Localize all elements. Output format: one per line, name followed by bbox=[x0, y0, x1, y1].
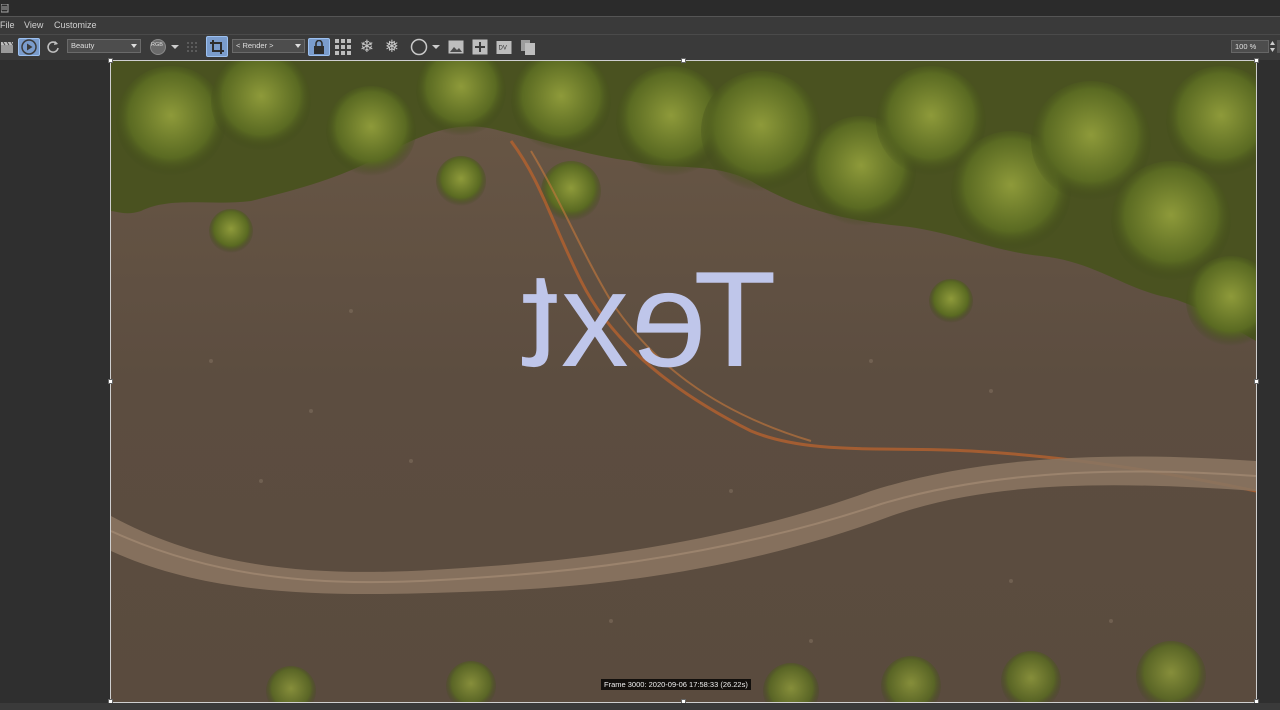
dv-button[interactable]: DV bbox=[494, 38, 514, 56]
play-icon bbox=[21, 39, 37, 55]
right-margin-panel bbox=[1257, 60, 1280, 710]
add-image-button[interactable] bbox=[470, 38, 490, 56]
region-crop-button[interactable] bbox=[206, 36, 228, 57]
grid-icon bbox=[335, 39, 351, 55]
left-margin-panel bbox=[0, 60, 110, 710]
status-bar bbox=[0, 703, 1280, 710]
image-icon bbox=[448, 40, 464, 54]
dots-grid-icon bbox=[187, 42, 197, 52]
render-target-dropdown[interactable]: < Render > bbox=[232, 39, 305, 53]
crop-icon bbox=[210, 39, 224, 54]
chevron-down-icon bbox=[131, 44, 137, 48]
lock-button[interactable] bbox=[308, 38, 330, 56]
zoom-input[interactable]: 100 % bbox=[1231, 40, 1269, 53]
render-target-value: < Render > bbox=[236, 41, 274, 50]
zoom-spinner[interactable] bbox=[1270, 40, 1275, 53]
color-mode-button[interactable]: RGB bbox=[148, 38, 168, 56]
render-viewport[interactable]: Text Frame 3000: 2020-09-06 17:58:33 (26… bbox=[111, 61, 1256, 702]
region-handle-top-right[interactable] bbox=[1254, 58, 1259, 63]
render-play-button[interactable] bbox=[18, 38, 40, 56]
refresh-icon bbox=[47, 41, 59, 53]
zoom-value: 100 % bbox=[1235, 42, 1257, 51]
frame-stamp: Frame 3000: 2020-09-06 17:58:33 (26.22s) bbox=[601, 679, 751, 690]
menu-bar: File View Customize bbox=[0, 17, 1280, 35]
app-icon bbox=[1, 4, 9, 13]
grid-button[interactable] bbox=[333, 38, 353, 56]
render-channel-value: Beauty bbox=[71, 41, 95, 50]
svg-text:DV: DV bbox=[499, 46, 507, 52]
snowflake-icon: ❅ bbox=[384, 37, 400, 57]
snowflake-icon: ❄ bbox=[359, 37, 375, 57]
color-mode-label: RGB bbox=[151, 42, 163, 48]
snowflake-button[interactable]: ❄ bbox=[357, 37, 377, 57]
chevron-down-icon bbox=[171, 45, 179, 49]
menu-file[interactable]: File bbox=[0, 20, 15, 30]
spinner-arrows-icon bbox=[1270, 41, 1275, 52]
dv-icon: DV bbox=[496, 41, 512, 54]
circle-dropdown-arrow[interactable] bbox=[431, 38, 441, 56]
snowflake-alt-button[interactable]: ❅ bbox=[382, 37, 402, 57]
chevron-down-icon bbox=[432, 45, 440, 49]
add-icon bbox=[472, 39, 488, 55]
region-handle-right[interactable] bbox=[1254, 379, 1259, 384]
grid-dots-button[interactable] bbox=[184, 38, 200, 56]
color-mode-dropdown-arrow[interactable] bbox=[170, 38, 180, 56]
render-channel-dropdown[interactable]: Beauty bbox=[67, 39, 141, 53]
region-handle-top-left[interactable] bbox=[108, 58, 113, 63]
circle-icon bbox=[410, 38, 428, 56]
circle-button[interactable] bbox=[408, 38, 430, 56]
lock-icon bbox=[314, 40, 324, 54]
copy-button[interactable] bbox=[518, 38, 538, 56]
menu-view[interactable]: View bbox=[24, 20, 43, 30]
refresh-button[interactable] bbox=[45, 38, 61, 56]
chevron-down-icon bbox=[295, 44, 301, 48]
clapper-icon[interactable] bbox=[0, 38, 14, 56]
region-handle-left[interactable] bbox=[108, 379, 113, 384]
image-button[interactable] bbox=[446, 38, 466, 56]
copy-icon bbox=[521, 40, 535, 55]
toolbar: Beauty RGB < Render > ❄ ❅ DV 100 % bbox=[0, 35, 1280, 59]
rendered-image bbox=[111, 61, 1256, 702]
region-handle-top[interactable] bbox=[681, 58, 686, 63]
window-title-bar bbox=[0, 0, 1280, 17]
menu-customize[interactable]: Customize bbox=[54, 20, 97, 30]
